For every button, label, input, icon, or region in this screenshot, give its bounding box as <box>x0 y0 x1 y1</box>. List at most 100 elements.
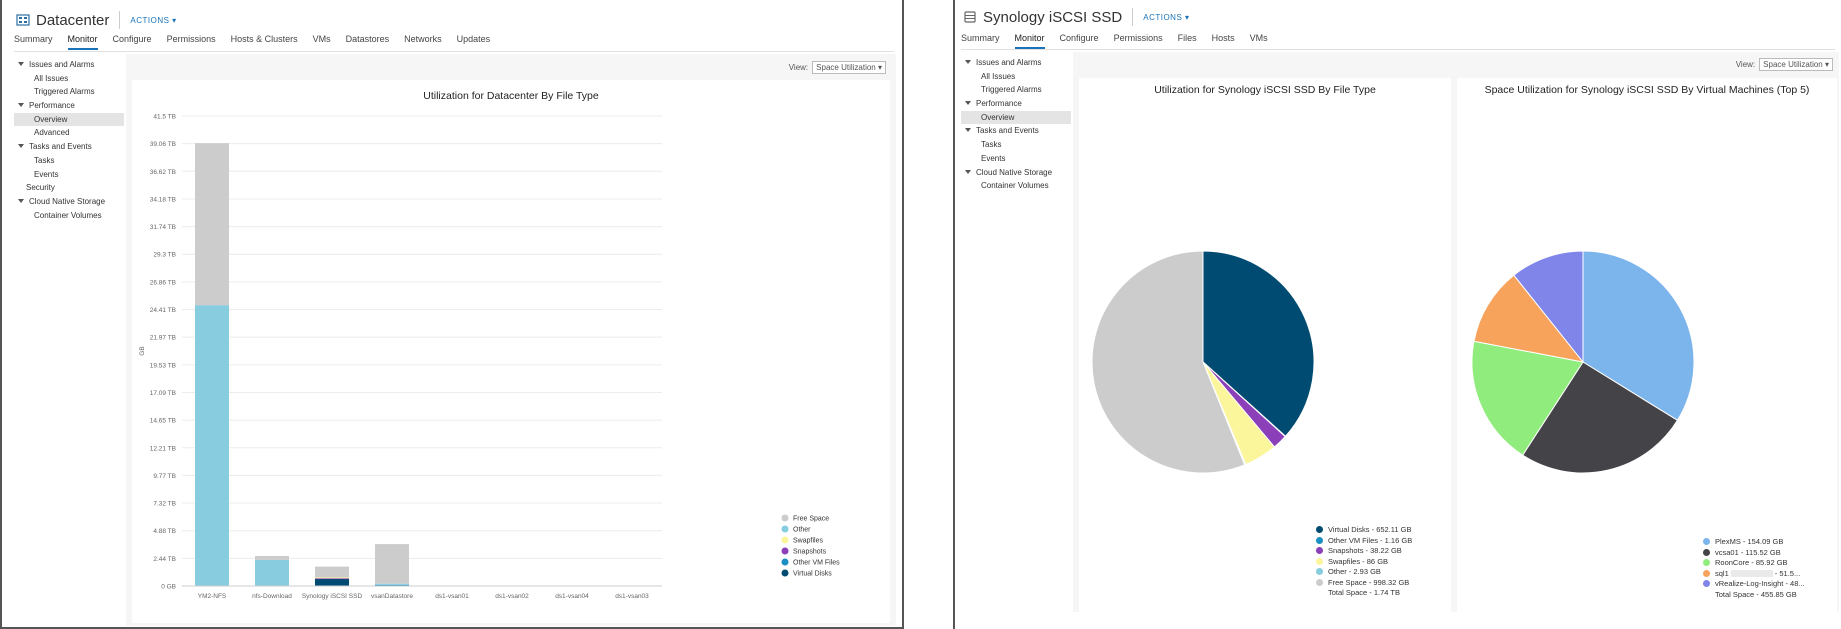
caret-down-icon[interactable] <box>18 62 24 66</box>
view-selector: View: Space Utilization ▾ <box>789 61 886 74</box>
legend-item[interactable]: PlexMS - 154.09 GB <box>1703 537 1783 546</box>
bar-segment[interactable] <box>315 566 349 578</box>
tab-updates[interactable]: Updates <box>457 34 491 50</box>
tab-permissions[interactable]: Permissions <box>1114 33 1163 49</box>
view-dropdown[interactable]: Space Utilization ▾ <box>812 61 886 74</box>
main-content: View: Space Utilization ▾ Utilization fo… <box>126 54 896 626</box>
sidebar-item-tasks[interactable]: Tasks <box>14 154 124 168</box>
y-tick-label: 0 GB <box>161 584 176 591</box>
legend-label[interactable]: Other <box>793 527 811 534</box>
legend-label[interactable]: Other VM Files <box>793 560 840 567</box>
tab-files[interactable]: Files <box>1178 33 1197 49</box>
chevron-down-icon: ▾ <box>172 15 177 25</box>
sidebar-item-performance[interactable]: Performance <box>14 99 124 113</box>
sidebar-item-label: Tasks <box>981 140 1002 150</box>
legend-item[interactable]: Virtual Disks - 652.11 GB <box>1316 525 1412 534</box>
actions-menu-button[interactable]: ACTIONS ▾ <box>1143 13 1189 22</box>
legend-label: RoonCore - 85.92 GB <box>1715 558 1788 567</box>
legend-item[interactable]: Other - 2.93 GB <box>1316 567 1381 576</box>
tab-monitor[interactable]: Monitor <box>67 34 98 50</box>
bar-segment[interactable] <box>255 555 289 560</box>
legend-item[interactable]: vRealize-Log-Insight - 48... <box>1703 579 1805 588</box>
sidebar-item-all-issues[interactable]: All Issues <box>961 70 1071 84</box>
tab-bar: Summary Monitor Configure Permissions Files H… <box>961 33 1283 49</box>
x-tick-label: vsanDatastore <box>371 593 413 600</box>
legend-item[interactable]: Other VM Files - 1.16 GB <box>1316 536 1412 545</box>
tab-networks[interactable]: Networks <box>404 34 442 50</box>
caret-down-icon[interactable] <box>18 198 24 203</box>
object-header: Synology iSCSI SSD ACTIONS ▾ <box>963 6 1190 28</box>
y-tick-label: 9.77 TB <box>153 473 176 480</box>
tab-permissions[interactable]: Permissions <box>167 34 216 50</box>
sidebar-item-label: Tasks and Events <box>29 142 92 152</box>
main-content: View: Space Utilization ▾ Utilization fo… <box>1073 52 1839 612</box>
sidebar-item-security[interactable]: Security <box>14 181 124 195</box>
legend-label[interactable]: Swapfiles <box>793 538 823 545</box>
sidebar-item-label: Events <box>34 169 59 179</box>
sidebar-item-tasks-and-events[interactable]: Tasks and Events <box>14 140 124 154</box>
legend-item[interactable]: RoonCore - 85.92 GB <box>1703 558 1788 567</box>
bar-segment[interactable] <box>315 577 349 579</box>
bar-segment[interactable] <box>195 143 229 306</box>
sidebar-item-advanced[interactable]: Advanced <box>14 126 124 140</box>
tab-configure[interactable]: Configure <box>1060 33 1099 49</box>
sidebar-item-events[interactable]: Events <box>961 152 1071 166</box>
tab-vms[interactable]: VMs <box>313 34 331 50</box>
legend-label[interactable]: Free Space <box>793 516 829 523</box>
sidebar-item-cloud-native-storage[interactable]: Cloud Native Storage <box>961 166 1071 180</box>
bar-segment[interactable] <box>255 559 289 586</box>
sidebar-item-label: Tasks and Events <box>976 126 1039 136</box>
legend-item[interactable]: vcsa01 - 115.52 GB <box>1703 548 1781 557</box>
tab-summary[interactable]: Summary <box>961 33 1000 49</box>
tab-summary[interactable]: Summary <box>14 34 53 50</box>
sidebar-item-all-issues[interactable]: All Issues <box>14 72 124 86</box>
tab-monitor[interactable]: Monitor <box>1014 33 1045 49</box>
tab-hosts-clusters[interactable]: Hosts & Clusters <box>231 34 298 50</box>
sidebar-item-container-volumes[interactable]: Container Volumes <box>14 209 124 223</box>
legend-label: - 51.5... <box>1774 568 1801 578</box>
tab-hosts[interactable]: Hosts <box>1212 33 1235 49</box>
legend-item[interactable]: Snapshots - 38.22 GB <box>1316 546 1402 555</box>
sidebar-item-label: Cloud Native Storage <box>29 196 106 206</box>
legend-item[interactable]: Swapfiles - 86 GB <box>1316 557 1388 566</box>
actions-menu-button[interactable]: ACTIONS ▾ <box>130 16 176 25</box>
bar-segment[interactable] <box>375 544 409 584</box>
sidebar-item-overview[interactable]: Overview <box>14 112 124 127</box>
legend-total: Total Space - 1.74 TB <box>1328 588 1400 597</box>
caret-down-icon[interactable] <box>965 101 971 106</box>
caret-down-icon[interactable] <box>965 169 971 174</box>
tab-datastores[interactable]: Datastores <box>346 34 390 50</box>
sidebar-item-issues-and-alarms[interactable]: Issues and Alarms <box>961 56 1071 70</box>
legend-label[interactable]: Virtual Disks <box>793 571 832 578</box>
caret-down-icon[interactable] <box>18 103 24 108</box>
legend-item[interactable]: Free Space - 998.32 GB <box>1316 578 1409 587</box>
tab-configure[interactable]: Configure <box>113 34 152 50</box>
sidebar-item-triggered-alarms[interactable]: Triggered Alarms <box>961 83 1071 97</box>
legend-marker <box>781 547 789 555</box>
tab-vms[interactable]: VMs <box>1250 33 1268 49</box>
legend-label[interactable]: Snapshots <box>793 549 827 556</box>
legend-item[interactable]: sql1 - 51.5... <box>1703 569 1800 578</box>
sidebar-item-issues-and-alarms[interactable]: Issues and Alarms <box>14 58 124 72</box>
bar-segment[interactable] <box>195 305 229 586</box>
legend-label: Swapfiles - 86 GB <box>1328 556 1389 566</box>
view-dropdown[interactable]: Space Utilization ▾ <box>1759 58 1833 71</box>
caret-down-icon[interactable] <box>965 60 971 64</box>
y-tick-label: 39.06 TB <box>150 141 176 148</box>
sidebar-item-label: Container Volumes <box>34 210 102 220</box>
sidebar-item-tasks[interactable]: Tasks <box>961 138 1071 152</box>
legend-label: PlexMS - 154.09 GB <box>1715 537 1784 546</box>
sidebar-item-triggered-alarms[interactable]: Triggered Alarms <box>14 85 124 99</box>
sidebar-item-events[interactable]: Events <box>14 168 124 182</box>
sidebar-item-label: Overview <box>981 112 1015 122</box>
caret-down-icon[interactable] <box>18 144 24 149</box>
sidebar-item-container-volumes[interactable]: Container Volumes <box>961 179 1071 193</box>
bar-segment[interactable] <box>315 578 349 580</box>
sidebar-item-performance[interactable]: Performance <box>961 97 1071 111</box>
bar-segment[interactable] <box>315 578 349 586</box>
sidebar-item-cloud-native-storage[interactable]: Cloud Native Storage <box>14 195 124 209</box>
caret-down-icon[interactable] <box>965 128 971 133</box>
sidebar-item-tasks-and-events[interactable]: Tasks and Events <box>961 124 1071 138</box>
bar-segment[interactable] <box>375 583 409 585</box>
sidebar-item-overview[interactable]: Overview <box>961 110 1071 125</box>
